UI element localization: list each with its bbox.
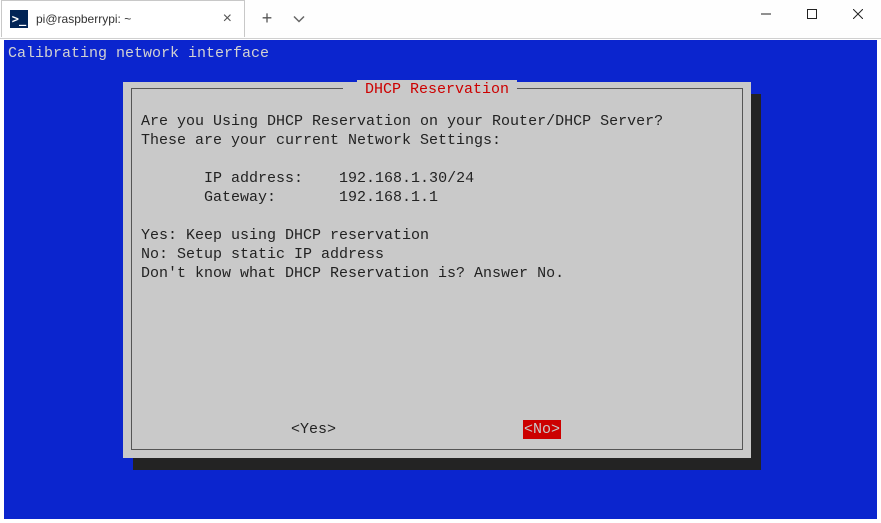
option-no-hint: No: Setup static IP address	[141, 246, 384, 263]
maximize-button[interactable]	[789, 0, 835, 28]
new-tab-button[interactable]: +	[252, 0, 282, 37]
tab-title: pi@raspberrypi: ~	[36, 12, 219, 26]
dialog-text-line: Are you Using DHCP Reservation on your R…	[141, 113, 663, 130]
dialog-border	[131, 449, 743, 450]
close-window-button[interactable]	[835, 0, 881, 28]
dialog-border	[131, 88, 132, 450]
ip-address-value: 192.168.1.30/24	[339, 170, 474, 187]
window-title-bar: >_ pi@raspberrypi: ~ × +	[0, 0, 881, 39]
dialog-button-row: <Yes> <No>	[123, 420, 751, 440]
chevron-down-icon	[293, 13, 305, 25]
gateway-label: Gateway:	[141, 189, 339, 206]
ip-address-label: IP address:	[141, 170, 339, 187]
dialog-border	[131, 88, 343, 89]
tab-active[interactable]: >_ pi@raspberrypi: ~ ×	[1, 0, 245, 37]
gateway-value: 192.168.1.1	[339, 189, 438, 206]
window-controls	[743, 0, 881, 28]
minimize-button[interactable]	[743, 0, 789, 28]
dialog-border	[513, 88, 743, 89]
dialog-text-line: These are your current Network Settings:	[141, 132, 501, 149]
terminal-pane[interactable]: Calibrating network interface DHCP Reser…	[4, 40, 877, 519]
tab-close-button[interactable]: ×	[219, 11, 236, 27]
powershell-icon: >_	[10, 10, 28, 28]
terminal-status-line: Calibrating network interface	[4, 40, 877, 63]
no-button[interactable]: <No>	[523, 420, 561, 439]
option-yes-hint: Yes: Keep using DHCP reservation	[141, 227, 429, 244]
yes-button[interactable]: <Yes>	[291, 420, 336, 439]
option-dontknow-hint: Don't know what DHCP Reservation is? Ans…	[141, 265, 564, 282]
dialog-title: DHCP Reservation	[357, 80, 517, 99]
tab-dropdown-button[interactable]	[284, 0, 314, 37]
dialog-body: Are you Using DHCP Reservation on your R…	[141, 112, 733, 410]
dhcp-reservation-dialog: DHCP Reservation Are you Using DHCP Rese…	[123, 82, 751, 458]
dialog-border	[742, 88, 743, 450]
